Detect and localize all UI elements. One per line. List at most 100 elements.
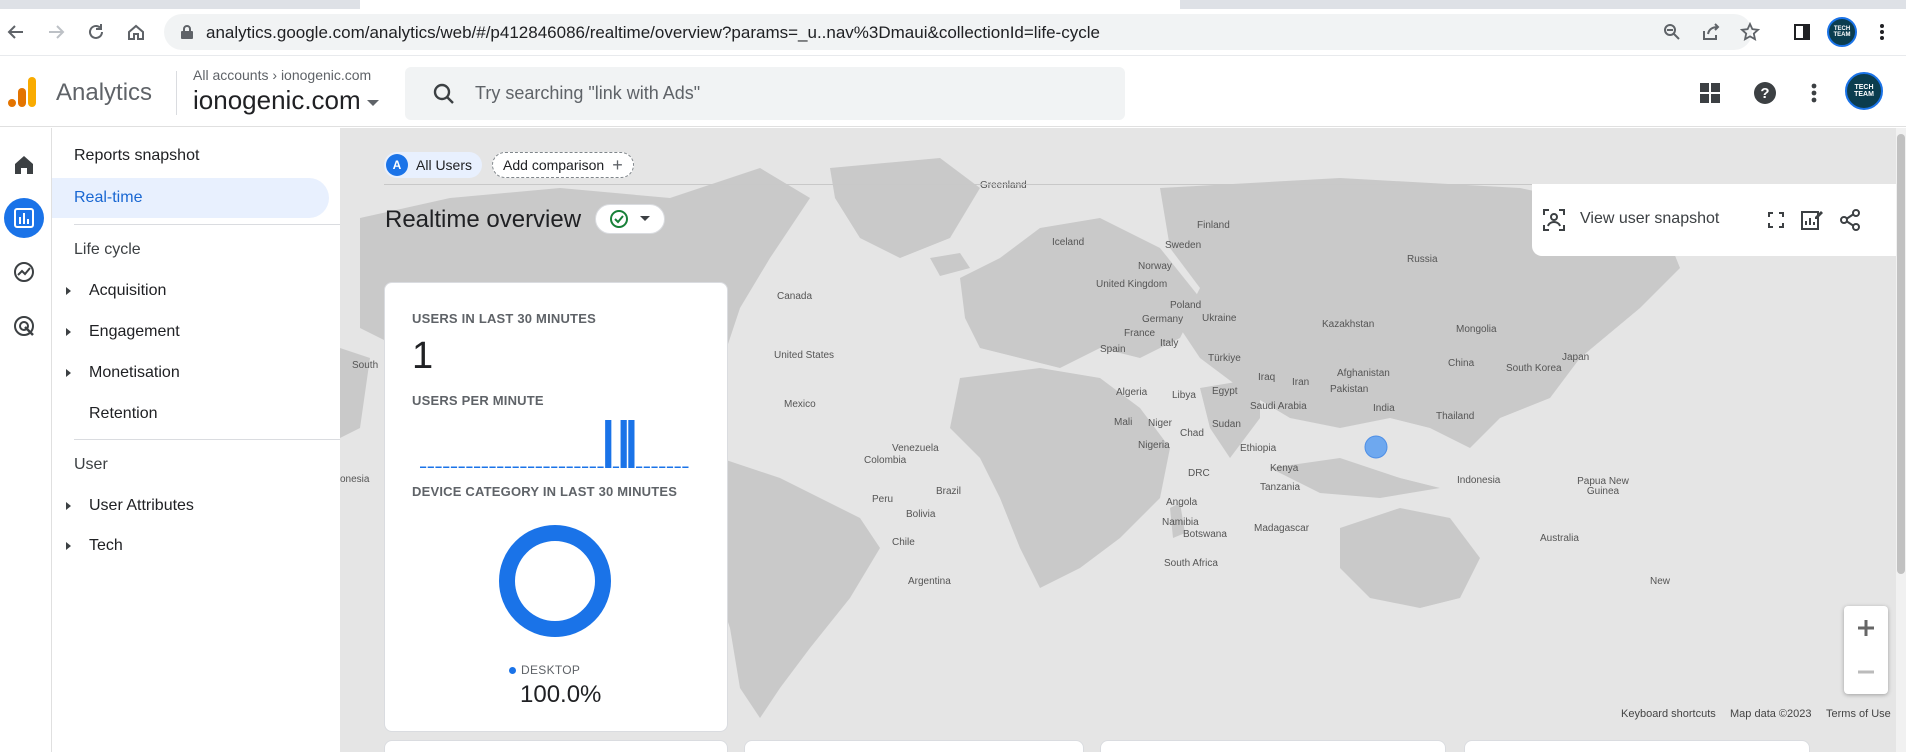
nav-real-time[interactable]: Real-time [52,178,329,218]
explore-nav-icon[interactable] [4,252,44,292]
url-text[interactable]: analytics.google.com/analytics/web/#/p41… [206,23,1100,43]
nav-monetisation[interactable]: Monetisation [66,358,180,388]
user-avatar[interactable]: TECH TEAM [1845,72,1883,110]
data-status-dropdown[interactable] [595,204,665,234]
users-per-minute-bar[interactable] [520,466,527,469]
search-box[interactable] [405,67,1125,120]
users-per-minute-bar[interactable] [535,466,542,469]
nav-retention[interactable]: Retention [66,399,158,429]
users-per-minute-bar[interactable] [489,466,496,469]
home-icon[interactable] [124,20,148,44]
home-nav-icon[interactable] [4,145,44,185]
users-per-minute-bar[interactable] [566,466,573,469]
map-label: Kenya [1270,463,1299,474]
more-vert-icon[interactable] [1800,79,1828,107]
users-per-minute-bar[interactable] [605,420,612,468]
users-per-minute-bar[interactable] [620,420,627,468]
nav-engagement[interactable]: Engagement [66,317,180,347]
view-user-snapshot-button[interactable]: View user snapshot [1580,210,1719,228]
add-comparison-button[interactable]: Add comparison + [492,152,634,178]
users-per-minute-bar[interactable] [543,466,550,469]
expand-arrow-icon [66,369,71,377]
users-per-minute-bar[interactable] [628,420,635,468]
map-label: Germany [1142,314,1184,325]
zoom-in-button[interactable] [1844,606,1888,650]
users-per-minute-bar[interactable] [512,466,519,469]
users-per-minute-chart[interactable] [420,418,690,468]
nav-acquisition[interactable]: Acquisition [66,276,166,306]
users-per-minute-bar[interactable] [612,466,620,469]
map-label: Sudan [1212,419,1241,430]
address-bar[interactable]: analytics.google.com/analytics/web/#/p41… [164,14,1752,50]
users-per-minute-bar[interactable] [574,466,581,469]
share-icon[interactable] [1838,208,1862,232]
users-per-minute-bar[interactable] [659,466,666,469]
user-snapshot-icon[interactable] [1542,208,1566,232]
browser-menu-icon[interactable] [1870,20,1894,44]
search-input[interactable] [475,79,1095,107]
reports-nav-icon[interactable] [4,198,44,238]
report-sidenav: Reports snapshot Real-time Life cycle Ac… [52,128,366,752]
device-category-donut[interactable] [497,523,613,639]
users-per-minute-bar[interactable] [458,466,465,469]
zoom-out-button[interactable] [1844,650,1888,694]
users-per-minute-bar[interactable] [558,466,566,469]
nav-reports-snapshot[interactable]: Reports snapshot [52,136,199,176]
advertising-nav-icon[interactable] [4,306,44,346]
bookmark-star-icon[interactable] [1738,20,1762,44]
users-per-minute-bar[interactable] [466,466,473,469]
users-per-minute-bar[interactable] [504,466,512,469]
users-per-minute-bar[interactable] [674,466,681,469]
nav-user-attributes[interactable]: User Attributes [66,491,194,521]
browser-profile-avatar[interactable]: TECH TEAM [1827,17,1857,47]
keyboard-shortcuts-link[interactable]: Keyboard shortcuts [1621,708,1716,720]
side-panel-icon[interactable] [1790,20,1814,44]
nav-user-attributes-label: User Attributes [89,497,194,514]
users-per-minute-bar[interactable] [636,466,643,469]
users-per-minute-bar[interactable] [481,466,488,469]
users-per-minute-bar[interactable] [551,466,558,469]
nav-tech[interactable]: Tech [66,531,123,561]
users-per-minute-bar[interactable] [682,466,689,469]
users-per-minute-bar[interactable] [589,466,596,469]
apps-grid-icon[interactable] [1696,79,1724,107]
breadcrumb[interactable]: All accounts › ionogenic.com [193,67,371,83]
forward-icon[interactable] [44,20,68,44]
zoom-icon[interactable] [1660,20,1684,44]
comparison-chip-all-users[interactable]: A All Users [384,152,483,178]
help-icon[interactable]: ? [1751,79,1779,107]
nav-divider [74,224,366,225]
fullscreen-icon[interactable] [1764,208,1788,232]
breadcrumb-accounts[interactable]: All accounts [193,67,268,83]
map-label: Niger [1148,418,1172,429]
active-tab[interactable] [360,0,1180,9]
terms-of-use-link[interactable]: Terms of Use [1826,708,1891,720]
users-per-minute-bar[interactable] [597,466,604,469]
property-selector[interactable]: ionogenic.com [193,85,379,116]
section-user[interactable]: User [74,450,366,480]
users-per-minute-bar[interactable] [497,466,504,469]
users-per-minute-bar[interactable] [450,466,458,469]
users-per-minute-bar[interactable] [528,466,535,469]
map-label: Brazil [936,486,962,497]
users-per-minute-bar[interactable] [443,466,450,469]
users-per-minute-bar[interactable] [651,466,658,469]
users-per-minute-bar[interactable] [643,466,650,469]
back-icon[interactable] [4,20,28,44]
users-per-minute-bar[interactable] [435,466,442,469]
section-life-cycle[interactable]: Life cycle [74,235,366,265]
expand-arrow-icon [66,542,71,550]
app-title[interactable]: Analytics [56,79,152,107]
reload-icon[interactable] [84,20,108,44]
users-per-minute-bar[interactable] [474,466,481,469]
page-scrollbar-thumb[interactable] [1897,134,1905,574]
share-page-icon[interactable] [1699,20,1723,44]
users-per-minute-bar[interactable] [427,466,434,469]
users-per-minute-bar[interactable] [582,466,589,469]
breadcrumb-property[interactable]: ionogenic.com [281,67,371,83]
users-per-minute-bar[interactable] [420,466,427,469]
donut-slice-desktop[interactable] [499,525,611,637]
customize-report-icon[interactable] [1800,208,1824,232]
users-per-minute-bar[interactable] [666,466,674,469]
